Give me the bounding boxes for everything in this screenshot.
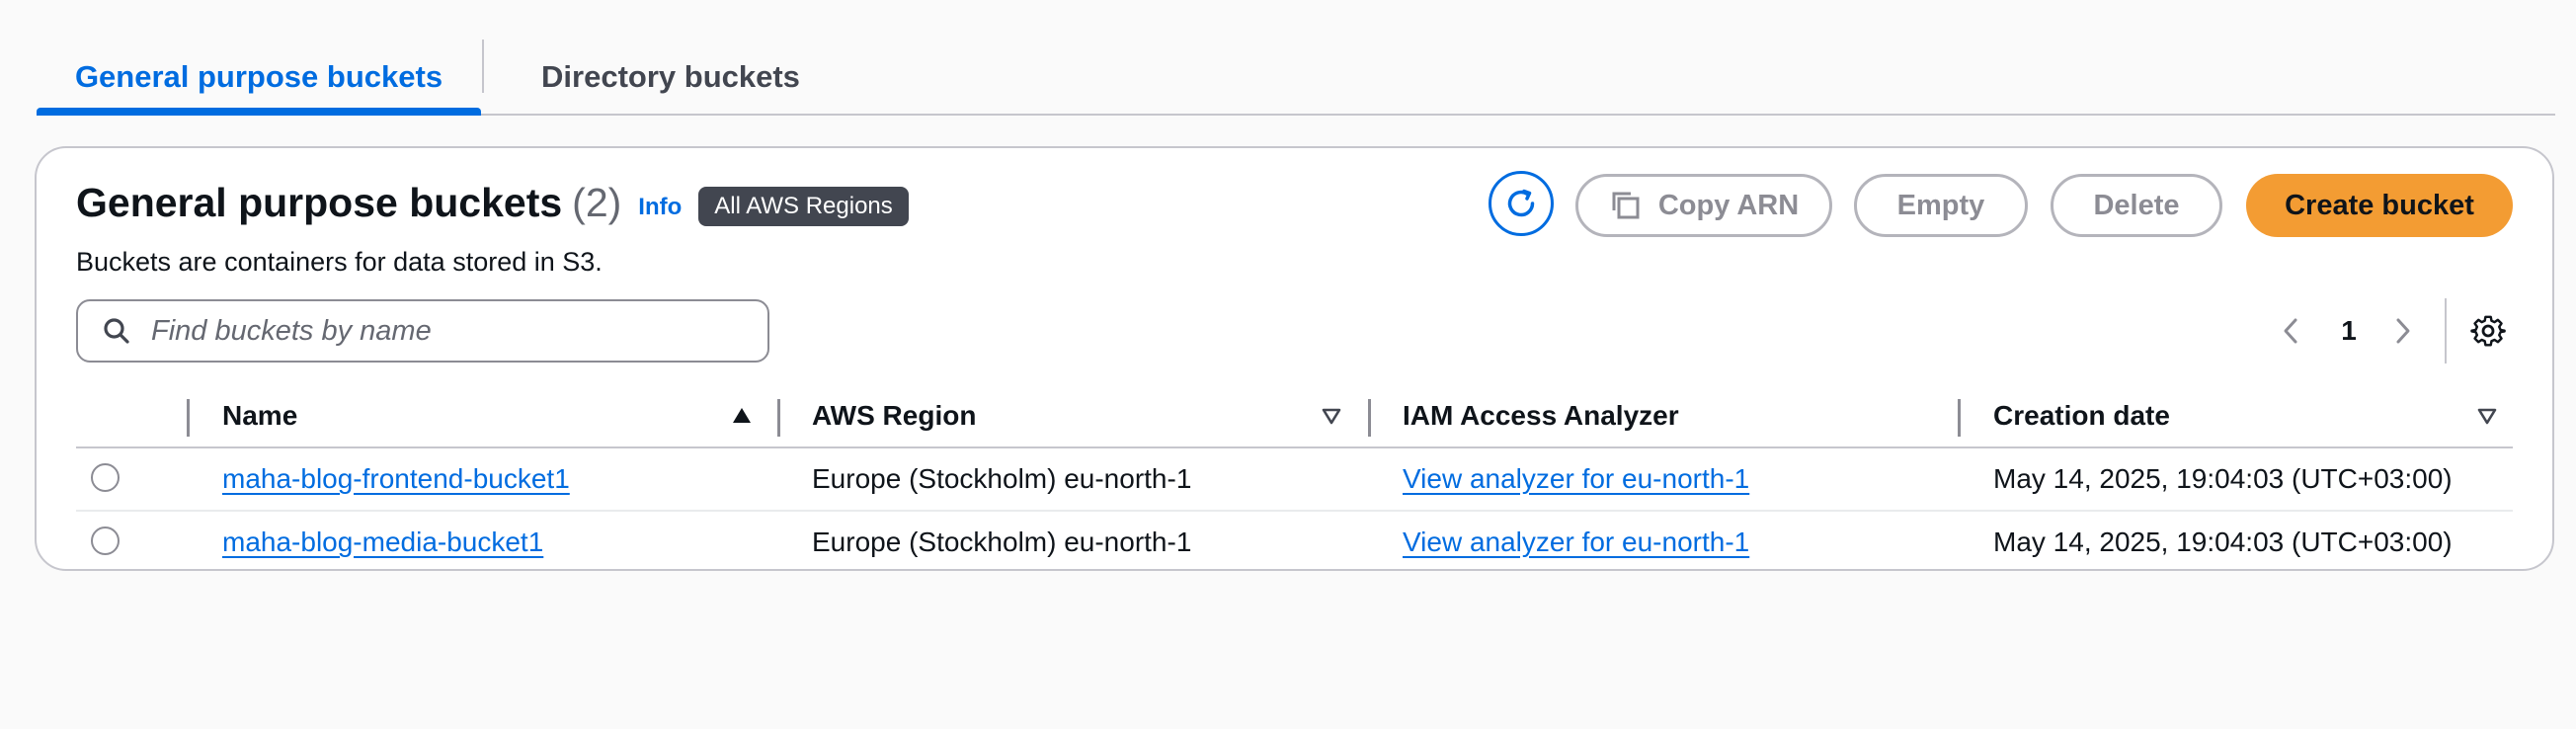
copy-arn-button[interactable]: Copy ARN xyxy=(1575,174,1832,237)
table-row[interactable]: maha-blog-frontend-bucket1 Europe (Stock… xyxy=(76,448,2513,512)
column-resizer[interactable] xyxy=(777,399,780,437)
create-bucket-button[interactable]: Create bucket xyxy=(2246,174,2513,237)
tab-divider xyxy=(482,40,484,93)
iam-analyzer-cell: View analyzer for eu-north-1 xyxy=(1403,512,1749,573)
sort-ascending-icon[interactable] xyxy=(731,385,753,446)
pagination-divider xyxy=(2445,298,2447,364)
creation-date-cell: May 14, 2025, 19:04:03 (UTC+03:00) xyxy=(1993,526,2453,557)
bucket-type-tabs: General purpose buckets Directory bucket… xyxy=(37,40,2555,116)
search-icon xyxy=(102,316,131,346)
sort-descending-icon[interactable] xyxy=(2476,385,2498,446)
delete-button[interactable]: Delete xyxy=(2051,174,2222,237)
container-description: Buckets are containers for data stored i… xyxy=(76,247,603,277)
search-field[interactable] xyxy=(76,299,769,363)
pagination-page-number[interactable]: 1 xyxy=(2334,299,2364,363)
chevron-right-icon xyxy=(2393,316,2413,346)
column-header-iam[interactable]: IAM Access Analyzer xyxy=(1403,385,1679,446)
info-link[interactable]: Info xyxy=(638,194,682,221)
table-preferences-button[interactable] xyxy=(2468,311,2508,351)
column-header-name-label: Name xyxy=(222,400,298,431)
container-header: General purpose buckets (2) Info All AWS… xyxy=(76,180,909,226)
pagination-previous[interactable] xyxy=(2276,299,2305,363)
column-header-name[interactable]: Name xyxy=(222,385,297,446)
iam-analyzer-cell: View analyzer for eu-north-1 xyxy=(1403,448,1749,510)
bucket-region-cell: Europe (Stockholm) eu-north-1 xyxy=(812,463,1192,494)
table-header: Name AWS Region IAM Access Analyzer Crea… xyxy=(76,385,2513,448)
column-header-created[interactable]: Creation date xyxy=(1993,385,2170,446)
creation-date-cell: May 14, 2025, 19:04:03 (UTC+03:00) xyxy=(1993,463,2453,494)
s3-buckets-page: General purpose buckets Directory bucket… xyxy=(0,0,2576,729)
column-header-region-label: AWS Region xyxy=(812,400,977,431)
column-resizer[interactable] xyxy=(1368,399,1371,437)
tab-directory-label: Directory buckets xyxy=(541,58,800,94)
row-select-radio[interactable] xyxy=(91,526,120,555)
table-row[interactable]: maha-blog-media-bucket1 Europe (Stockhol… xyxy=(76,512,2513,573)
bucket-region-cell: Europe (Stockholm) eu-north-1 xyxy=(812,526,1192,557)
refresh-button[interactable] xyxy=(1489,171,1554,236)
column-header-iam-label: IAM Access Analyzer xyxy=(1403,400,1679,431)
empty-button[interactable]: Empty xyxy=(1854,174,2028,237)
create-bucket-label: Create bucket xyxy=(2285,189,2474,221)
buckets-container: General purpose buckets (2) Info All AWS… xyxy=(35,146,2554,571)
pagination-next[interactable] xyxy=(2388,299,2418,363)
tab-general-purpose-buckets[interactable]: General purpose buckets xyxy=(37,40,481,114)
bucket-name-cell: maha-blog-media-bucket1 xyxy=(222,512,543,573)
region-badge: All AWS Regions xyxy=(698,186,909,226)
refresh-icon xyxy=(1502,185,1540,222)
column-resizer[interactable] xyxy=(1958,399,1961,437)
buckets-table: Name AWS Region IAM Access Analyzer Crea… xyxy=(76,385,2513,573)
empty-label: Empty xyxy=(1896,189,1985,221)
bucket-name-cell: maha-blog-frontend-bucket1 xyxy=(222,448,570,510)
tab-general-label: General purpose buckets xyxy=(74,58,443,94)
column-header-region[interactable]: AWS Region xyxy=(812,385,976,446)
bucket-name-link[interactable]: maha-blog-frontend-bucket1 xyxy=(222,463,570,495)
tab-directory-buckets[interactable]: Directory buckets xyxy=(523,40,819,114)
delete-label: Delete xyxy=(2093,189,2180,221)
chevron-left-icon xyxy=(2281,316,2300,346)
sort-descending-icon[interactable] xyxy=(1321,385,1342,446)
active-tab-indicator xyxy=(37,108,481,116)
bucket-count: (2) xyxy=(572,180,622,225)
bucket-name-link[interactable]: maha-blog-media-bucket1 xyxy=(222,526,543,558)
page-title: General purpose buckets xyxy=(76,180,563,225)
column-resizer[interactable] xyxy=(187,399,190,437)
copy-icon xyxy=(1609,189,1643,222)
row-select-radio[interactable] xyxy=(91,463,120,492)
search-input[interactable] xyxy=(149,313,726,349)
gear-icon xyxy=(2470,313,2506,349)
iam-analyzer-link[interactable]: View analyzer for eu-north-1 xyxy=(1403,526,1749,558)
copy-arn-label: Copy ARN xyxy=(1657,189,1800,221)
column-header-created-label: Creation date xyxy=(1993,400,2170,431)
iam-analyzer-link[interactable]: View analyzer for eu-north-1 xyxy=(1403,463,1749,495)
